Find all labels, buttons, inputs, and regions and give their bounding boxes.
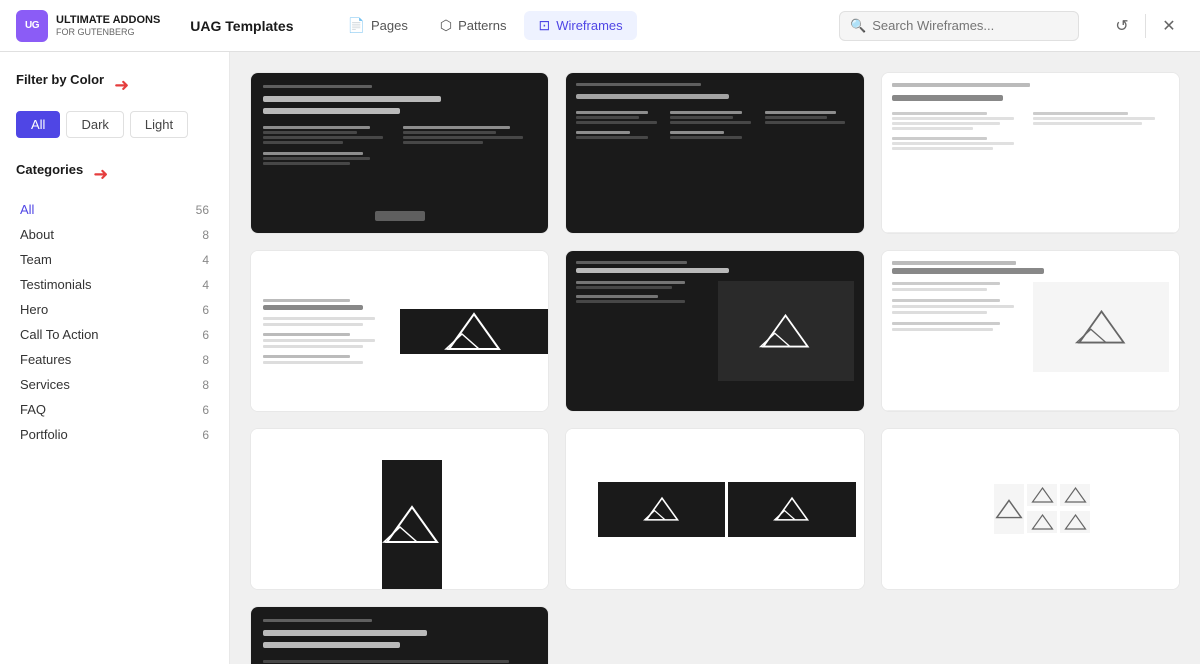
template-card-9[interactable] bbox=[881, 428, 1180, 590]
category-all-count: 56 bbox=[196, 203, 209, 217]
templates-grid bbox=[250, 72, 1180, 664]
category-portfolio-label: Portfolio bbox=[20, 427, 68, 442]
tab-wireframes[interactable]: ⊡ Wireframes bbox=[524, 11, 636, 40]
category-cta-count: 6 bbox=[202, 328, 209, 342]
app-title: UAG Templates bbox=[190, 18, 293, 34]
mountain-icon-3 bbox=[1074, 307, 1129, 347]
category-hero-count: 6 bbox=[202, 303, 209, 317]
category-faq-label: FAQ bbox=[20, 402, 46, 417]
header-actions: ↺ ✕ bbox=[1107, 11, 1184, 41]
category-testimonials-label: Testimonials bbox=[20, 277, 92, 292]
mountain-icon-11 bbox=[1063, 513, 1088, 531]
logo-text: ULTIMATE ADDONS bbox=[56, 14, 160, 27]
category-team-count: 4 bbox=[202, 253, 209, 267]
mountain-icon-7 bbox=[994, 498, 1024, 520]
search-input[interactable] bbox=[872, 18, 1068, 33]
mountain-icon-9 bbox=[1063, 486, 1088, 504]
filter-all-button[interactable]: All bbox=[16, 111, 60, 138]
header-divider bbox=[1145, 14, 1146, 38]
template-card-7[interactable] bbox=[250, 428, 549, 590]
category-faq-count: 6 bbox=[202, 403, 209, 417]
category-features-count: 8 bbox=[202, 353, 209, 367]
category-faq[interactable]: FAQ 6 bbox=[16, 397, 213, 422]
search-icon: 🔍 bbox=[850, 18, 866, 34]
category-services-label: Services bbox=[20, 377, 70, 392]
filter-buttons: All Dark Light bbox=[16, 111, 213, 138]
category-portfolio[interactable]: Portfolio 6 bbox=[16, 422, 213, 447]
filter-dark-button[interactable]: Dark bbox=[66, 111, 123, 138]
template-card-3[interactable] bbox=[881, 72, 1180, 234]
mountain-icon-2 bbox=[758, 311, 813, 351]
category-portfolio-count: 6 bbox=[202, 428, 209, 442]
tab-pages[interactable]: 📄 Pages bbox=[334, 11, 422, 40]
nav-tabs: 📄 Pages ⬡ Patterns ⊡ Wireframes bbox=[334, 11, 637, 40]
tab-pages-label: Pages bbox=[371, 18, 408, 33]
category-team[interactable]: Team 4 bbox=[16, 247, 213, 272]
category-testimonials[interactable]: Testimonials 4 bbox=[16, 272, 213, 297]
category-team-label: Team bbox=[20, 252, 52, 267]
category-about-label: About bbox=[20, 227, 54, 242]
sidebar: Filter by Color ➜ All Dark Light Categor… bbox=[0, 52, 230, 664]
category-services[interactable]: Services 8 bbox=[16, 372, 213, 397]
category-call-to-action[interactable]: Call To Action 6 bbox=[16, 322, 213, 347]
category-all[interactable]: All 56 bbox=[16, 197, 213, 222]
logo-area: UG ULTIMATE ADDONS FOR GUTENBERG bbox=[16, 10, 160, 42]
template-card-6[interactable] bbox=[881, 250, 1180, 412]
categories-section: Categories ➜ All 56 About 8 Team 4 Testi… bbox=[16, 162, 213, 447]
category-services-count: 8 bbox=[202, 378, 209, 392]
pages-icon: 📄 bbox=[348, 17, 365, 34]
category-all-label: All bbox=[20, 202, 34, 217]
category-hero[interactable]: Hero 6 bbox=[16, 297, 213, 322]
category-testimonials-count: 4 bbox=[202, 278, 209, 292]
refresh-button[interactable]: ↺ bbox=[1107, 11, 1137, 41]
filter-section: Filter by Color ➜ All Dark Light bbox=[16, 72, 213, 138]
template-card-1[interactable] bbox=[250, 72, 549, 234]
mountain-icon-4 bbox=[382, 502, 442, 547]
patterns-icon: ⬡ bbox=[440, 17, 452, 34]
template-card-8[interactable] bbox=[565, 428, 864, 590]
category-features-label: Features bbox=[20, 352, 71, 367]
filter-title: Filter by Color bbox=[16, 72, 104, 87]
search-bar[interactable]: 🔍 bbox=[839, 11, 1079, 41]
category-cta-label: Call To Action bbox=[20, 327, 99, 342]
filter-light-button[interactable]: Light bbox=[130, 111, 188, 138]
main-layout: Filter by Color ➜ All Dark Light Categor… bbox=[0, 52, 1200, 664]
header: UG ULTIMATE ADDONS FOR GUTENBERG UAG Tem… bbox=[0, 0, 1200, 52]
template-card-2[interactable] bbox=[565, 72, 864, 234]
filter-arrow-icon: ➜ bbox=[114, 75, 129, 96]
close-button[interactable]: ✕ bbox=[1154, 11, 1184, 41]
categories-title: Categories bbox=[16, 162, 83, 177]
logo-subtext: FOR GUTENBERG bbox=[56, 27, 160, 37]
mountain-icon-8 bbox=[1030, 486, 1055, 504]
logo-badge: UG bbox=[16, 10, 48, 42]
wireframes-icon: ⊡ bbox=[538, 17, 550, 34]
template-card-10[interactable] bbox=[250, 606, 549, 664]
mountain-icon-5 bbox=[643, 495, 681, 523]
mountain-icon-6 bbox=[773, 495, 811, 523]
category-features[interactable]: Features 8 bbox=[16, 347, 213, 372]
category-hero-label: Hero bbox=[20, 302, 48, 317]
category-about[interactable]: About 8 bbox=[16, 222, 213, 247]
mountain-icon bbox=[444, 309, 504, 354]
mountain-icon-10 bbox=[1030, 513, 1055, 531]
template-card-5[interactable] bbox=[565, 250, 864, 412]
template-card-4[interactable] bbox=[250, 250, 549, 412]
tab-patterns[interactable]: ⬡ Patterns bbox=[426, 11, 521, 40]
tab-wireframes-label: Wireframes bbox=[556, 18, 622, 33]
category-about-count: 8 bbox=[202, 228, 209, 242]
content-area bbox=[230, 52, 1200, 664]
tab-patterns-label: Patterns bbox=[458, 18, 506, 33]
categories-arrow-icon: ➜ bbox=[93, 164, 108, 185]
